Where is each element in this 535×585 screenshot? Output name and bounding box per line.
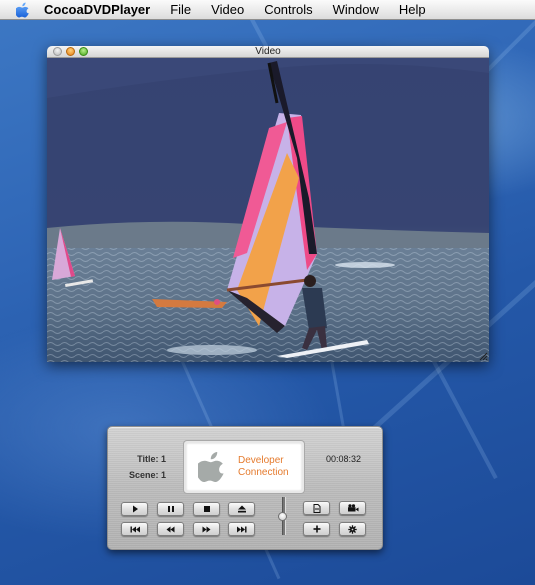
apple-menu-icon[interactable] — [14, 1, 32, 19]
menu-file[interactable]: File — [170, 2, 191, 17]
video-camera-icon — [347, 504, 358, 512]
video-image — [47, 58, 489, 362]
skip-forward-icon — [236, 526, 246, 532]
zoom-button[interactable] — [79, 47, 88, 56]
menu-controls[interactable]: Controls — [264, 2, 312, 17]
menu-video[interactable]: Video — [211, 2, 244, 17]
play-button[interactable] — [121, 502, 148, 516]
eject-button[interactable] — [228, 502, 255, 516]
video-spray — [167, 345, 257, 355]
display-text: Developer Connection — [238, 455, 289, 479]
fast-forward-button[interactable] — [193, 522, 220, 536]
plus-icon — [313, 525, 320, 533]
pause-icon — [167, 506, 174, 512]
pause-button[interactable] — [157, 502, 184, 516]
menu-app-name[interactable]: CocoaDVDPlayer — [44, 2, 150, 17]
menu-help[interactable]: Help — [399, 2, 426, 17]
apple-logo-icon — [198, 452, 224, 482]
elapsed-time: 00:08:32 — [326, 454, 362, 464]
video-spray — [335, 262, 395, 268]
display-line-2: Connection — [238, 467, 289, 478]
settings-button[interactable] — [339, 522, 366, 536]
menu-bar: CocoaDVDPlayer File Video Controls Windo… — [0, 0, 535, 20]
fast-forward-icon — [202, 526, 211, 532]
window-title: Video — [255, 46, 281, 57]
dvd-controller-panel: Title: 1 Scene: 1 Developer Connection 0… — [107, 426, 383, 550]
skip-back-icon — [130, 526, 140, 532]
previous-chapter-button[interactable] — [121, 522, 148, 536]
stop-button[interactable] — [193, 502, 220, 516]
gear-icon — [348, 524, 357, 534]
video-window-titlebar[interactable]: Video — [47, 46, 489, 58]
play-icon — [132, 505, 138, 513]
eject-icon — [237, 505, 246, 513]
scene-number-label: Scene: 1 — [128, 470, 166, 480]
close-button[interactable] — [53, 47, 62, 56]
video-fallen-swimmer — [214, 299, 220, 305]
title-number-label: Title: 1 — [137, 454, 166, 464]
volume-slider-knob[interactable] — [278, 511, 287, 521]
menu-window[interactable]: Window — [333, 2, 379, 17]
minimize-button[interactable] — [66, 47, 75, 56]
document-icon — [313, 503, 320, 513]
next-chapter-button[interactable] — [228, 522, 255, 536]
stop-icon — [203, 506, 210, 512]
resize-grip-icon[interactable] — [479, 352, 488, 361]
video-sailor-head — [304, 275, 316, 287]
menu-button[interactable] — [303, 501, 330, 515]
rewind-button[interactable] — [157, 522, 184, 536]
rewind-icon — [166, 526, 175, 532]
video-window: Video — [47, 46, 489, 362]
add-button[interactable] — [303, 522, 330, 536]
video-frame — [47, 58, 489, 362]
display-line-1: Developer — [238, 455, 284, 466]
status-display: Developer Connection — [184, 441, 304, 493]
camera-angle-button[interactable] — [339, 501, 366, 515]
